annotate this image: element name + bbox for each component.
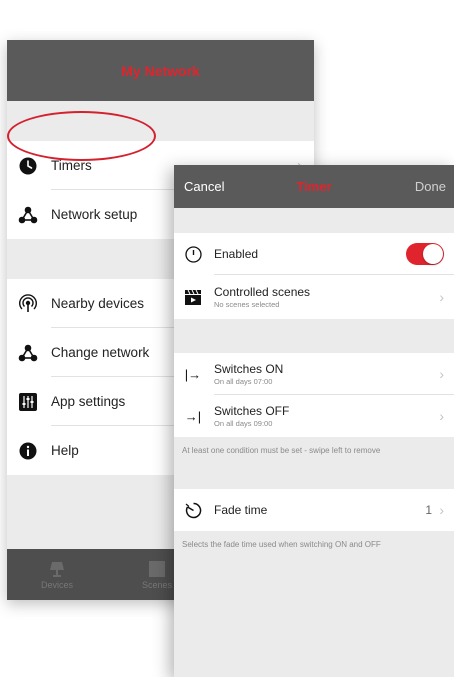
chevron-right-icon: › [439,408,444,424]
fade-note: Selects the fade time used when switchin… [182,540,381,549]
enabled-toggle[interactable] [406,243,444,265]
chevron-right-icon: › [439,502,444,518]
menu-item-label: App settings [51,394,126,409]
timer-navbar: Cancel Timer Done [174,165,454,208]
broadcast-icon [17,293,39,315]
menu-item-label: Nearby devices [51,296,145,311]
fade-time-value: 1 [425,503,432,517]
menu-item-label: Help [51,443,79,458]
controlled-scenes-title: Controlled scenes [214,285,311,299]
enabled-row: Enabled [174,233,454,275]
switches-off-subtitle: On all days 09:00 [214,419,273,428]
timer-title: Timer [296,179,332,194]
network-icon [17,342,39,364]
menu-item-label: Change network [51,345,150,360]
tab-label: Devices [40,579,73,590]
clock-icon [17,155,39,177]
switches-on-subtitle: On all days 07:00 [214,377,273,386]
clapperboard-icon [182,289,204,306]
network-title: My Network [121,62,200,79]
switch-off-arrow-icon: →| [184,408,202,424]
tab-devices[interactable]: Devices [7,549,107,600]
controlled-scenes-row[interactable]: Controlled scenes No scenes selected › [174,275,454,319]
lamp-icon [50,561,64,577]
timer-icon [182,502,204,519]
switches-off-row[interactable]: →| Switches OFF On all days 09:00 › [174,395,454,437]
sliders-icon [17,391,39,413]
conditions-note: At least one condition must be set - swi… [182,446,381,455]
chevron-right-icon: › [439,366,444,382]
switches-on-title: Switches ON [214,362,284,376]
enabled-label: Enabled [214,247,259,261]
network-icon [17,204,39,226]
scene-icon [149,560,165,577]
chevron-right-icon: › [439,289,444,305]
controlled-scenes-subtitle: No scenes selected [214,300,280,309]
fade-time-title: Fade time [214,503,268,517]
timer-screen: Cancel Timer Done Enabled Controlled sce… [174,165,454,677]
timers-highlight-circle [7,111,156,161]
switches-off-title: Switches OFF [214,404,290,418]
tab-label: Scenes [141,579,173,590]
info-icon [17,440,39,462]
done-button[interactable]: Done [415,179,446,194]
switches-on-row[interactable]: |→ Switches ON On all days 07:00 › [174,353,454,395]
power-icon [182,245,204,263]
fade-time-row[interactable]: Fade time 1 › [174,489,454,531]
switch-on-arrow-icon: |→ [184,366,202,382]
menu-item-label: Network setup [51,207,138,222]
network-navbar: My Network [7,40,314,101]
